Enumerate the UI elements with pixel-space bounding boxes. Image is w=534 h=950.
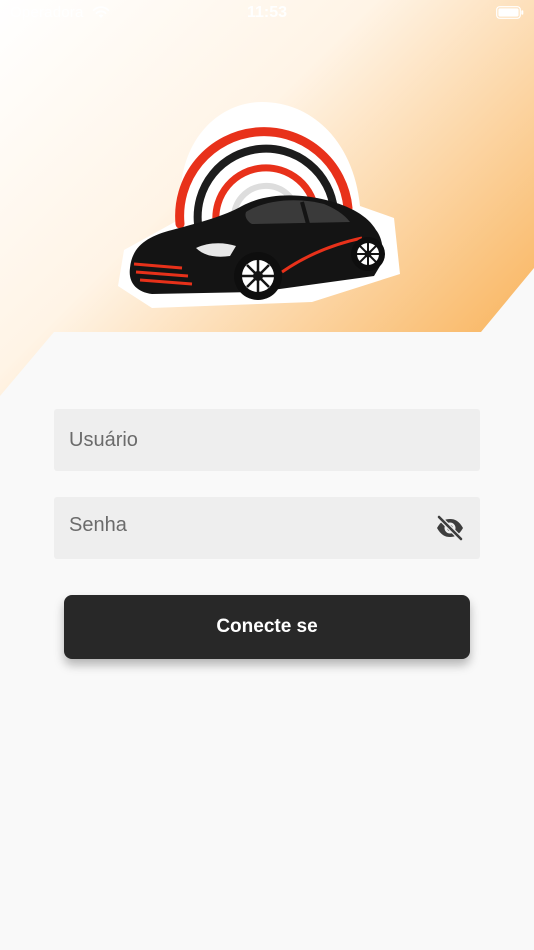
password-input[interactable] — [54, 494, 414, 556]
battery-icon — [496, 6, 524, 19]
login-button[interactable]: Conecte se — [64, 595, 470, 659]
eye-off-icon — [436, 515, 464, 541]
toggle-password-visibility-button[interactable] — [434, 512, 466, 544]
username-field[interactable] — [54, 409, 480, 471]
car-logo-icon — [118, 102, 400, 308]
status-time: 11:53 — [246, 4, 288, 21]
username-input[interactable] — [54, 409, 414, 471]
status-bar: Operadora 11:53 — [0, 0, 534, 30]
password-field[interactable] — [54, 494, 480, 559]
